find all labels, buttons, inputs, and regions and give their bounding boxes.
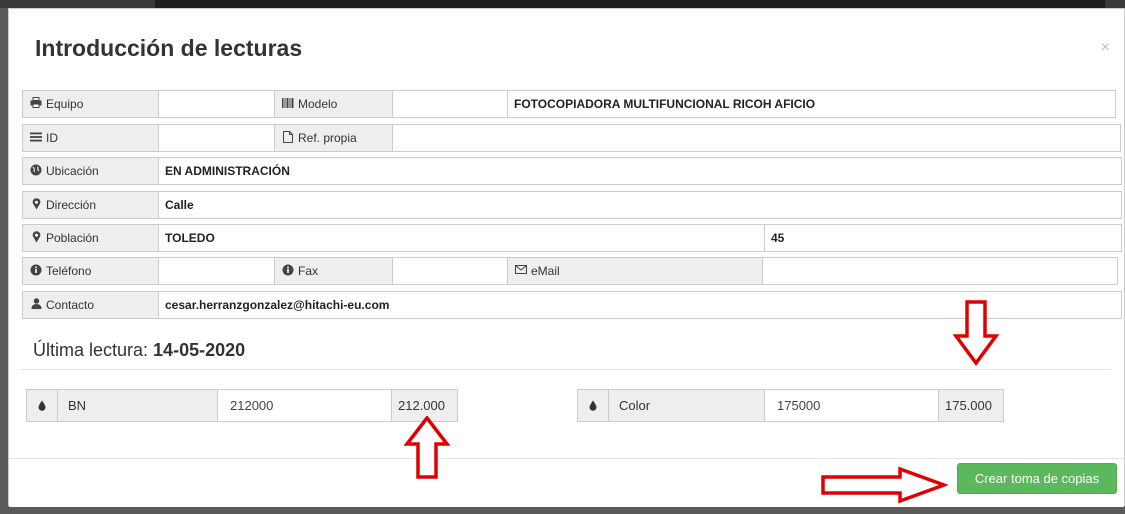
ref-propia-label-text: Ref. propia (298, 131, 357, 145)
color-label: Color (608, 389, 765, 422)
email-label: eMail (507, 257, 763, 285)
reading-group-color: Color 175.000 (577, 389, 1004, 422)
poblacion-label-text: Población (46, 231, 99, 245)
last-reading: Última lectura: 14-05-2020 (33, 340, 245, 361)
ref-propia-value[interactable] (392, 124, 1121, 152)
telefono-value[interactable] (158, 257, 275, 285)
info-row-telefono: Teléfono Fax eMail (22, 257, 1118, 285)
envelope-icon (514, 265, 528, 277)
fax-value[interactable] (392, 257, 508, 285)
file-icon (281, 130, 295, 146)
readings-modal: Introducción de lecturas × Equipo Modelo… (8, 8, 1125, 507)
map-marker-icon (29, 197, 43, 213)
close-icon[interactable]: × (1101, 39, 1110, 57)
direccion-label-text: Dirección (46, 198, 97, 212)
color-input[interactable] (775, 397, 928, 414)
modelo-value[interactable] (392, 90, 508, 118)
id-value[interactable] (158, 124, 275, 152)
bn-label: BN (57, 389, 218, 422)
list-icon (29, 132, 43, 145)
ref-propia-label: Ref. propia (274, 124, 393, 152)
direccion-value: Calle (158, 191, 1122, 219)
modelo-description: FOTOCOPIADORA MULTIFUNCIONAL RICOH AFICI… (507, 90, 1116, 118)
contacto-label-text: Contacto (46, 298, 95, 312)
info-row-direccion: Dirección Calle (22, 191, 1122, 219)
id-label: ID (22, 124, 159, 152)
info-circle-icon (281, 264, 295, 279)
ubicacion-label: Ubicación (22, 157, 159, 185)
annotation-arrow-up (404, 416, 450, 479)
telefono-label-text: Teléfono (46, 264, 92, 278)
telefono-label: Teléfono (22, 257, 159, 285)
background-topbar (0, 0, 1125, 8)
tint-icon (26, 389, 58, 422)
contacto-label: Contacto (22, 291, 159, 319)
create-copies-button[interactable]: Crear toma de copias (957, 463, 1117, 494)
info-row-ubicacion: Ubicación EN ADMINISTRACIÓN (22, 157, 1122, 185)
fax-label: Fax (274, 257, 393, 285)
email-label-text: eMail (531, 264, 560, 278)
id-label-text: ID (46, 131, 58, 145)
info-row-poblacion: Población TOLEDO 45 (22, 224, 1122, 252)
tint-icon (577, 389, 609, 422)
topbar-segment (0, 0, 155, 8)
bn-input[interactable] (228, 397, 381, 414)
modelo-label-text: Modelo (298, 97, 338, 111)
modal-title: Introducción de lecturas (35, 35, 303, 61)
email-value[interactable] (762, 257, 1118, 285)
info-circle-icon (29, 264, 43, 279)
topbar-segment (1105, 0, 1125, 8)
info-row-equipo: Equipo Modelo FOTOCOPIADORA MULTIFUNCION… (22, 90, 1116, 118)
bn-input-wrap (217, 389, 392, 422)
ubicacion-value: EN ADMINISTRACIÓN (158, 157, 1122, 185)
map-marker-icon (29, 230, 43, 246)
fax-label-text: Fax (298, 264, 319, 278)
equipo-value[interactable] (158, 90, 275, 118)
barcode-icon (281, 97, 295, 111)
poblacion-value: TOLEDO (158, 224, 765, 252)
poblacion-label: Población (22, 224, 159, 252)
color-input-wrap (764, 389, 939, 422)
last-reading-date: 14-05-2020 (153, 340, 246, 360)
equipo-label: Equipo (22, 90, 159, 118)
info-row-id: ID Ref. propia (22, 124, 1121, 152)
last-reading-label: Última lectura: (33, 340, 149, 360)
ubicacion-label-text: Ubicación (46, 164, 99, 178)
modelo-label: Modelo (274, 90, 393, 118)
equipo-label-text: Equipo (46, 97, 84, 111)
color-formatted: 175.000 (938, 389, 1004, 422)
postal-code-value: 45 (764, 224, 1122, 252)
annotation-arrow-down (953, 300, 999, 366)
print-icon (29, 97, 43, 111)
user-icon (29, 298, 43, 312)
globe-icon (29, 164, 43, 179)
annotation-arrow-right (821, 466, 948, 504)
reading-group-bn: BN 212.000 (26, 389, 458, 422)
direccion-label: Dirección (22, 191, 159, 219)
divider (21, 369, 1111, 370)
